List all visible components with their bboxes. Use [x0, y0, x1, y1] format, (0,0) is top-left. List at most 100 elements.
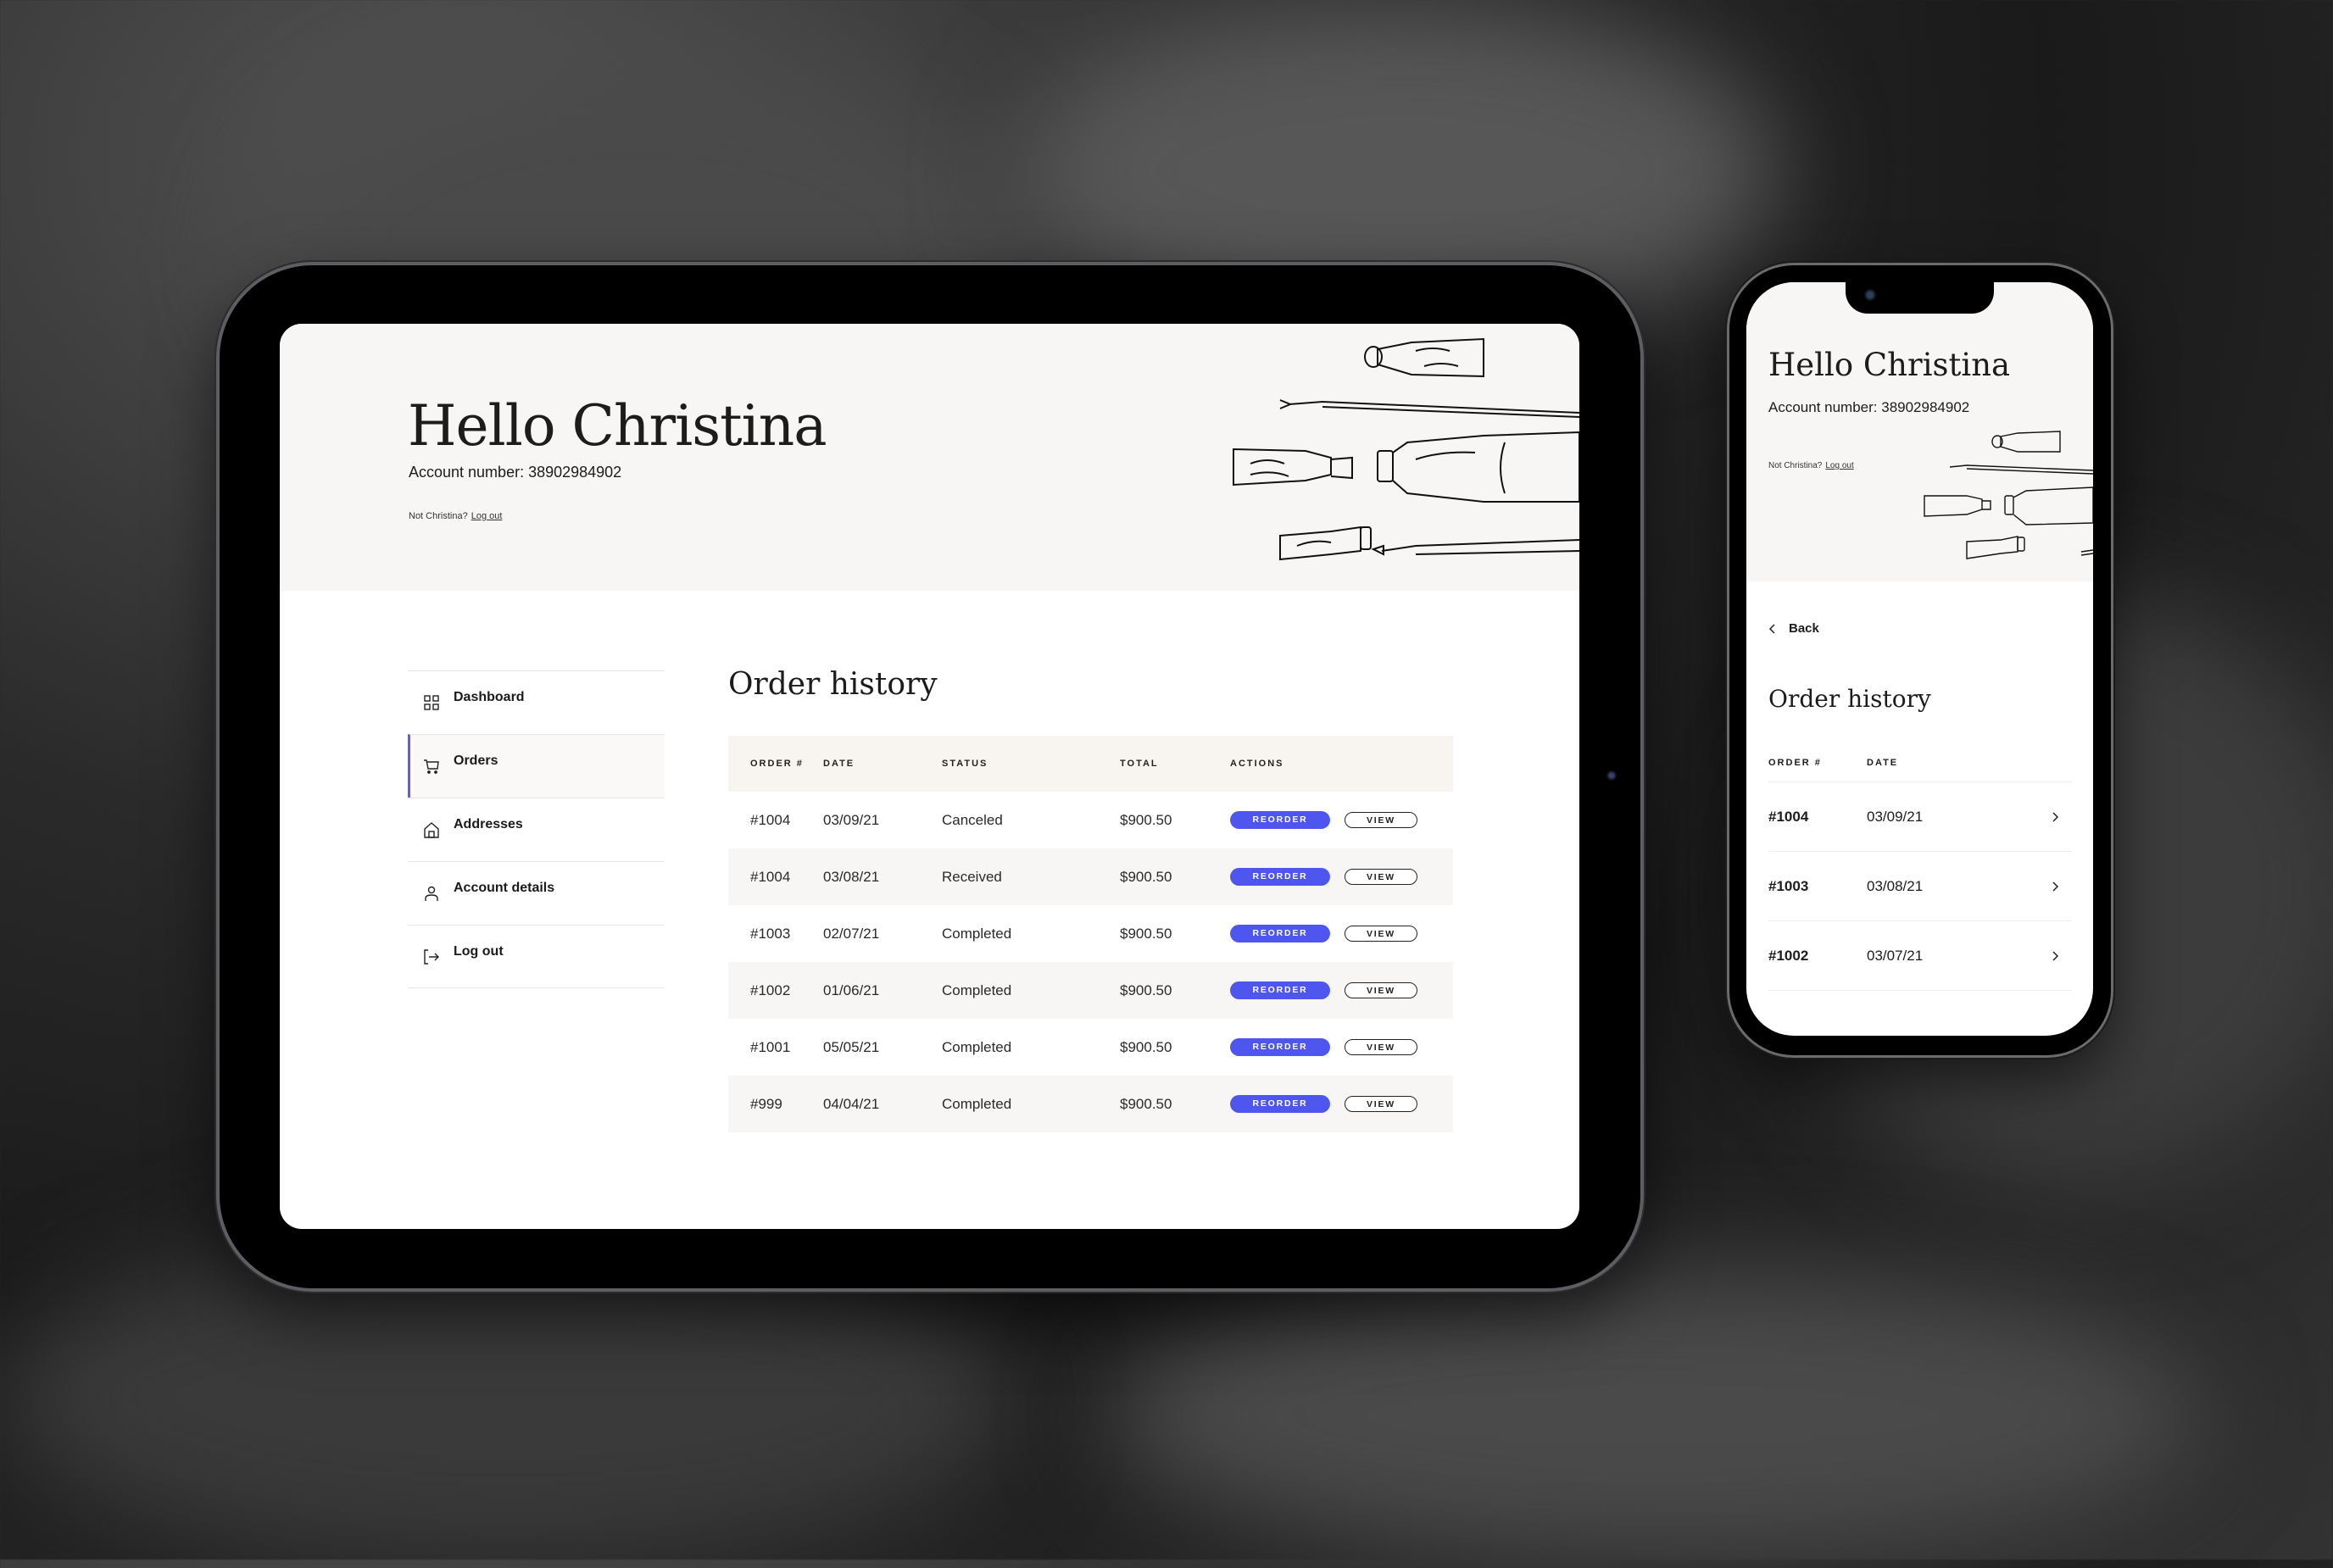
- reorder-button[interactable]: REORDER: [1230, 1038, 1330, 1056]
- column-header-actions: ACTIONS: [1230, 736, 1453, 792]
- order-date: 01/06/21: [823, 962, 942, 1019]
- order-date: 03/08/21: [823, 848, 942, 905]
- user-icon: [423, 885, 440, 902]
- sidebar-item-account-details[interactable]: Account details: [408, 861, 665, 925]
- order-total: $900.50: [1120, 811, 1172, 828]
- greeting-heading: Hello Christina: [408, 393, 827, 459]
- home-icon: [423, 821, 440, 838]
- paintbrush-icon: [1371, 539, 1579, 556]
- order-number: #999: [728, 1076, 823, 1132]
- table-row: #999 04/04/21 Completed $900.50 REORDER V…: [728, 1076, 1453, 1132]
- order-actions: REORDER VIEW: [1230, 792, 1453, 848]
- not-user-prompt: Not Christina? Log out: [409, 511, 502, 521]
- account-number: Account number: 38902984902: [1768, 399, 1970, 415]
- column-header-date: DATE: [1867, 757, 1899, 768]
- order-history-table: ORDER # DATE STATUS TOTAL ACTIONS #1004 …: [728, 736, 1453, 1132]
- column-header-date: DATE: [823, 736, 942, 792]
- order-number: #1003: [1768, 877, 1809, 894]
- order-status: Canceled: [942, 811, 1003, 828]
- account-sidebar: Dashboard Orders Addresses Account detai…: [408, 670, 665, 988]
- table-row: #1001 05/05/21 Completed $900.50 REORDER…: [728, 1019, 1453, 1076]
- grid-icon: [423, 694, 440, 711]
- sidebar-item-orders[interactable]: Orders: [408, 734, 665, 798]
- table-row: #1004 03/09/21 Canceled $900.50 REORDER V…: [728, 792, 1453, 848]
- order-total: $900.50: [1120, 1038, 1172, 1055]
- paint-tubes-illustration: [1233, 337, 1579, 561]
- order-number: #1004: [728, 848, 823, 905]
- order-total: $900.50: [1120, 848, 1230, 905]
- order-status: Received: [942, 848, 1120, 905]
- back-button[interactable]: Back: [1768, 621, 1819, 636]
- table-row: #1004 03/08/21 Received $900.50 REORDER V…: [728, 848, 1453, 905]
- reorder-button[interactable]: REORDER: [1230, 868, 1330, 886]
- order-date: 04/04/21: [823, 1076, 942, 1132]
- reorder-button[interactable]: REORDER: [1230, 1095, 1330, 1113]
- chevron-left-icon: [1768, 623, 1775, 634]
- order-date: 02/07/21: [823, 925, 880, 942]
- paint-tube-icon: [1924, 495, 1991, 517]
- list-header: ORDER # DATE: [1768, 743, 2072, 782]
- account-number: Account number: 38902984902: [409, 464, 622, 481]
- paint-tube-icon: [1279, 525, 1372, 561]
- list-item[interactable]: #1002 03/07/21: [1768, 921, 2072, 991]
- account-header: Hello Christina Account number: 38902984…: [280, 324, 1579, 591]
- table-header-row: ORDER # DATE STATUS TOTAL ACTIONS: [728, 736, 1453, 792]
- order-status: Completed: [942, 1038, 1012, 1055]
- order-date: 03/08/21: [1867, 877, 1924, 894]
- view-button[interactable]: VIEW: [1345, 812, 1417, 828]
- view-button[interactable]: VIEW: [1345, 982, 1417, 998]
- header-logout-link[interactable]: Log out: [471, 511, 503, 521]
- order-date: 03/09/21: [1867, 808, 1924, 825]
- column-header-status: STATUS: [942, 736, 1120, 792]
- order-actions: REORDER VIEW: [1230, 1076, 1453, 1132]
- logout-icon: [423, 948, 440, 965]
- paint-tube-icon: [1966, 536, 2025, 559]
- not-user-prompt: Not Christina? Log out: [1768, 461, 1854, 470]
- tablet-screen: Hello Christina Account number: 38902984…: [280, 324, 1579, 1229]
- view-button[interactable]: VIEW: [1345, 869, 1417, 885]
- header-logout-link[interactable]: Log out: [1825, 461, 1853, 470]
- view-button[interactable]: VIEW: [1345, 1096, 1417, 1112]
- chevron-right-icon: [2038, 950, 2072, 962]
- sidebar-item-dashboard[interactable]: Dashboard: [408, 670, 665, 734]
- order-actions: REORDER VIEW: [1230, 905, 1453, 962]
- order-number: #1002: [728, 962, 823, 1019]
- reorder-button[interactable]: REORDER: [1230, 811, 1330, 829]
- table-row: #1002 01/06/21 Completed $900.50 REORDER…: [728, 962, 1453, 1019]
- order-date: 05/05/21: [823, 1038, 880, 1055]
- not-user-text: Not Christina?: [1768, 461, 1823, 470]
- paint-tube-icon: [1377, 431, 1579, 503]
- sidebar-item-label: Dashboard: [454, 690, 525, 704]
- order-status: Completed: [942, 1076, 1120, 1132]
- sidebar-item-addresses[interactable]: Addresses: [408, 798, 665, 861]
- background-blur: [1102, 1271, 2204, 1560]
- order-status: Completed: [942, 925, 1012, 942]
- order-actions: REORDER VIEW: [1230, 1019, 1453, 1076]
- paintbrush-icon: [2080, 549, 2093, 556]
- sidebar-item-logout[interactable]: Log out: [408, 925, 665, 988]
- view-button[interactable]: VIEW: [1345, 1039, 1417, 1055]
- order-date: 03/07/21: [1867, 947, 1924, 964]
- reorder-button[interactable]: REORDER: [1230, 925, 1330, 942]
- column-header-order: ORDER #: [1768, 757, 1822, 768]
- order-number: #1001: [750, 1038, 791, 1055]
- phone-screen: Hello Christina Account number: 38902984…: [1746, 282, 2093, 1036]
- page-title: Order history: [728, 667, 938, 702]
- order-number: #1004: [1768, 808, 1809, 825]
- order-list: ORDER # DATE #1004 03/09/21 #1003 03/08/…: [1768, 744, 2072, 991]
- order-number: #1002: [1768, 947, 1809, 964]
- sidebar-item-label: Addresses: [454, 817, 523, 831]
- list-item[interactable]: #1003 03/08/21: [1768, 852, 2072, 921]
- paintbrush-icon: [1949, 464, 2093, 475]
- chevron-right-icon: [2038, 881, 2072, 892]
- list-item[interactable]: #1004 03/09/21: [1768, 782, 2072, 852]
- chevron-right-icon: [2038, 811, 2072, 823]
- table-row: #1003 02/07/21 Completed $900.50 REORDER…: [728, 905, 1453, 962]
- back-label: Back: [1789, 621, 1819, 636]
- order-actions: REORDER VIEW: [1230, 848, 1453, 905]
- not-user-text: Not Christina?: [409, 511, 468, 521]
- paint-tube-icon: [1991, 431, 2061, 453]
- reorder-button[interactable]: REORDER: [1230, 981, 1330, 999]
- order-total: $900.50: [1120, 1076, 1230, 1132]
- view-button[interactable]: VIEW: [1345, 926, 1417, 942]
